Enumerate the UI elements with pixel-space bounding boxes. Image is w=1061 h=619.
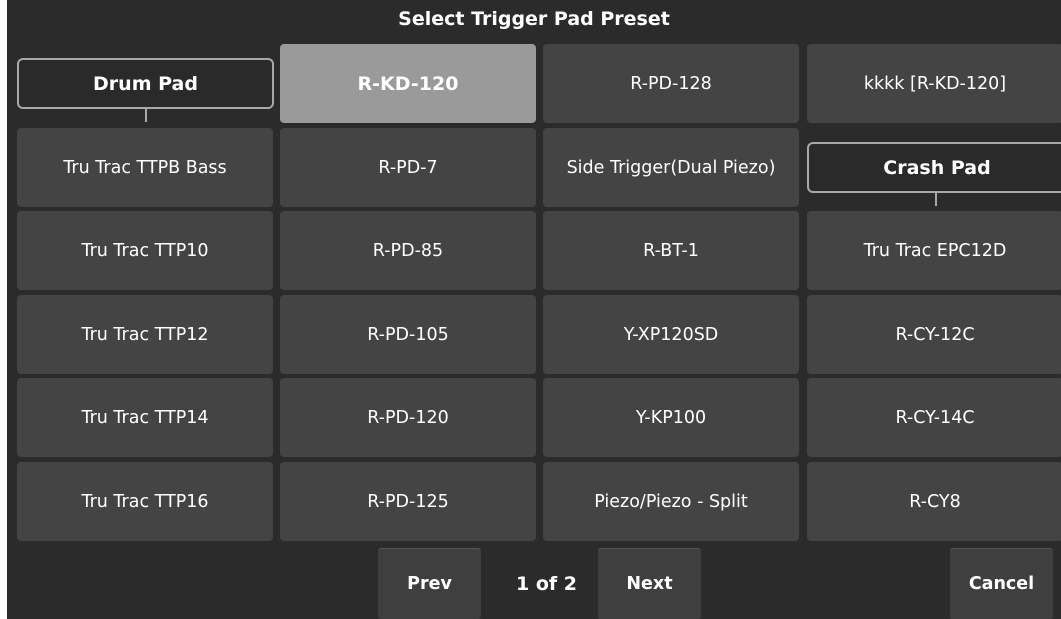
preset-r-bt-1[interactable]: R-BT-1 [543, 211, 799, 290]
preset-tru-trac-epc12d[interactable]: Tru Trac EPC12D [807, 211, 1061, 290]
preset-r-kd-120[interactable]: R-KD-120 [280, 44, 536, 123]
preset-tru-trac-ttp14[interactable]: Tru Trac TTP14 [17, 378, 273, 457]
preset-r-pd-125[interactable]: R-PD-125 [280, 462, 536, 541]
preset-y-kp100[interactable]: Y-KP100 [543, 378, 799, 457]
category-crash-pad: Crash Pad [807, 142, 1061, 193]
preset-tru-trac-ttp16[interactable]: Tru Trac TTP16 [17, 462, 273, 541]
preset-r-pd-120[interactable]: R-PD-120 [280, 378, 536, 457]
preset-tru-trac-ttp12[interactable]: Tru Trac TTP12 [17, 295, 273, 374]
preset-kkkk-r-kd-120[interactable]: kkkk [R-KD-120] [807, 44, 1061, 123]
preset-tru-trac-ttpb-bass[interactable]: Tru Trac TTPB Bass [17, 128, 273, 207]
prev-button[interactable]: Prev [378, 548, 481, 619]
category-drum-pad: Drum Pad [17, 58, 274, 109]
cancel-button[interactable]: Cancel [950, 548, 1053, 619]
preset-side-trigger-dual-piezo[interactable]: Side Trigger(Dual Piezo) [543, 128, 799, 207]
preset-r-pd-85[interactable]: R-PD-85 [280, 211, 536, 290]
preset-piezo-piezo-split[interactable]: Piezo/Piezo - Split [543, 462, 799, 541]
preset-r-cy-12c[interactable]: R-CY-12C [807, 295, 1061, 374]
category-connector [145, 109, 147, 122]
next-button[interactable]: Next [598, 548, 701, 619]
dialog-title: Select Trigger Pad Preset [398, 8, 670, 30]
preset-y-xp120sd[interactable]: Y-XP120SD [543, 295, 799, 374]
preset-r-pd-105[interactable]: R-PD-105 [280, 295, 536, 374]
preset-r-pd-128[interactable]: R-PD-128 [543, 44, 799, 123]
category-connector [935, 193, 937, 206]
preset-r-pd-7[interactable]: R-PD-7 [280, 128, 536, 207]
preset-r-cy-14c[interactable]: R-CY-14C [807, 378, 1061, 457]
preset-r-cy8[interactable]: R-CY8 [807, 462, 1061, 541]
trigger-pad-preset-dialog: Select Trigger Pad Preset Drum Pad R-KD-… [7, 0, 1061, 619]
preset-tru-trac-ttp10[interactable]: Tru Trac TTP10 [17, 211, 273, 290]
page-indicator: 1 of 2 [516, 572, 577, 595]
